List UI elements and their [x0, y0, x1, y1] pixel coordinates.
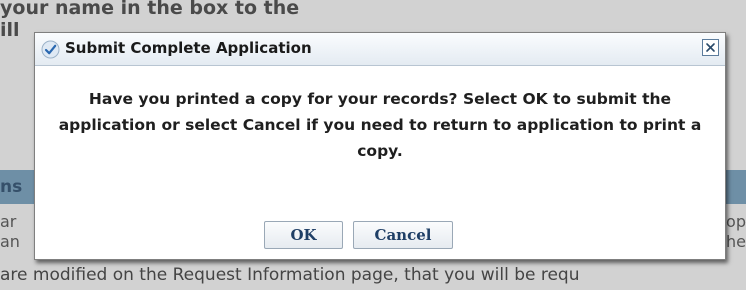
- background-text-fragment: op: [726, 212, 746, 231]
- background-paragraph: are modified on the Request Information …: [0, 265, 580, 285]
- dialog-title-bar: Submit Complete Application: [35, 33, 725, 66]
- dialog-message: Have you printed a copy for your records…: [58, 90, 702, 160]
- background-text-fragment: he: [726, 232, 746, 251]
- submit-application-dialog: Submit Complete Application Have you pri…: [34, 32, 726, 260]
- background-text-fragment: an: [0, 232, 20, 251]
- close-icon: [703, 40, 718, 55]
- background-heading: your name in the box to the: [0, 0, 300, 19]
- dialog-title: Submit Complete Application: [65, 39, 312, 57]
- cancel-button[interactable]: Cancel: [353, 221, 453, 249]
- ok-button[interactable]: OK: [264, 221, 343, 249]
- check-icon: [41, 40, 60, 59]
- background-section-label: ns: [0, 177, 23, 197]
- background-text-fragment: ar: [0, 212, 17, 231]
- background-text-fragment: ill: [0, 19, 20, 41]
- close-button[interactable]: [702, 39, 719, 56]
